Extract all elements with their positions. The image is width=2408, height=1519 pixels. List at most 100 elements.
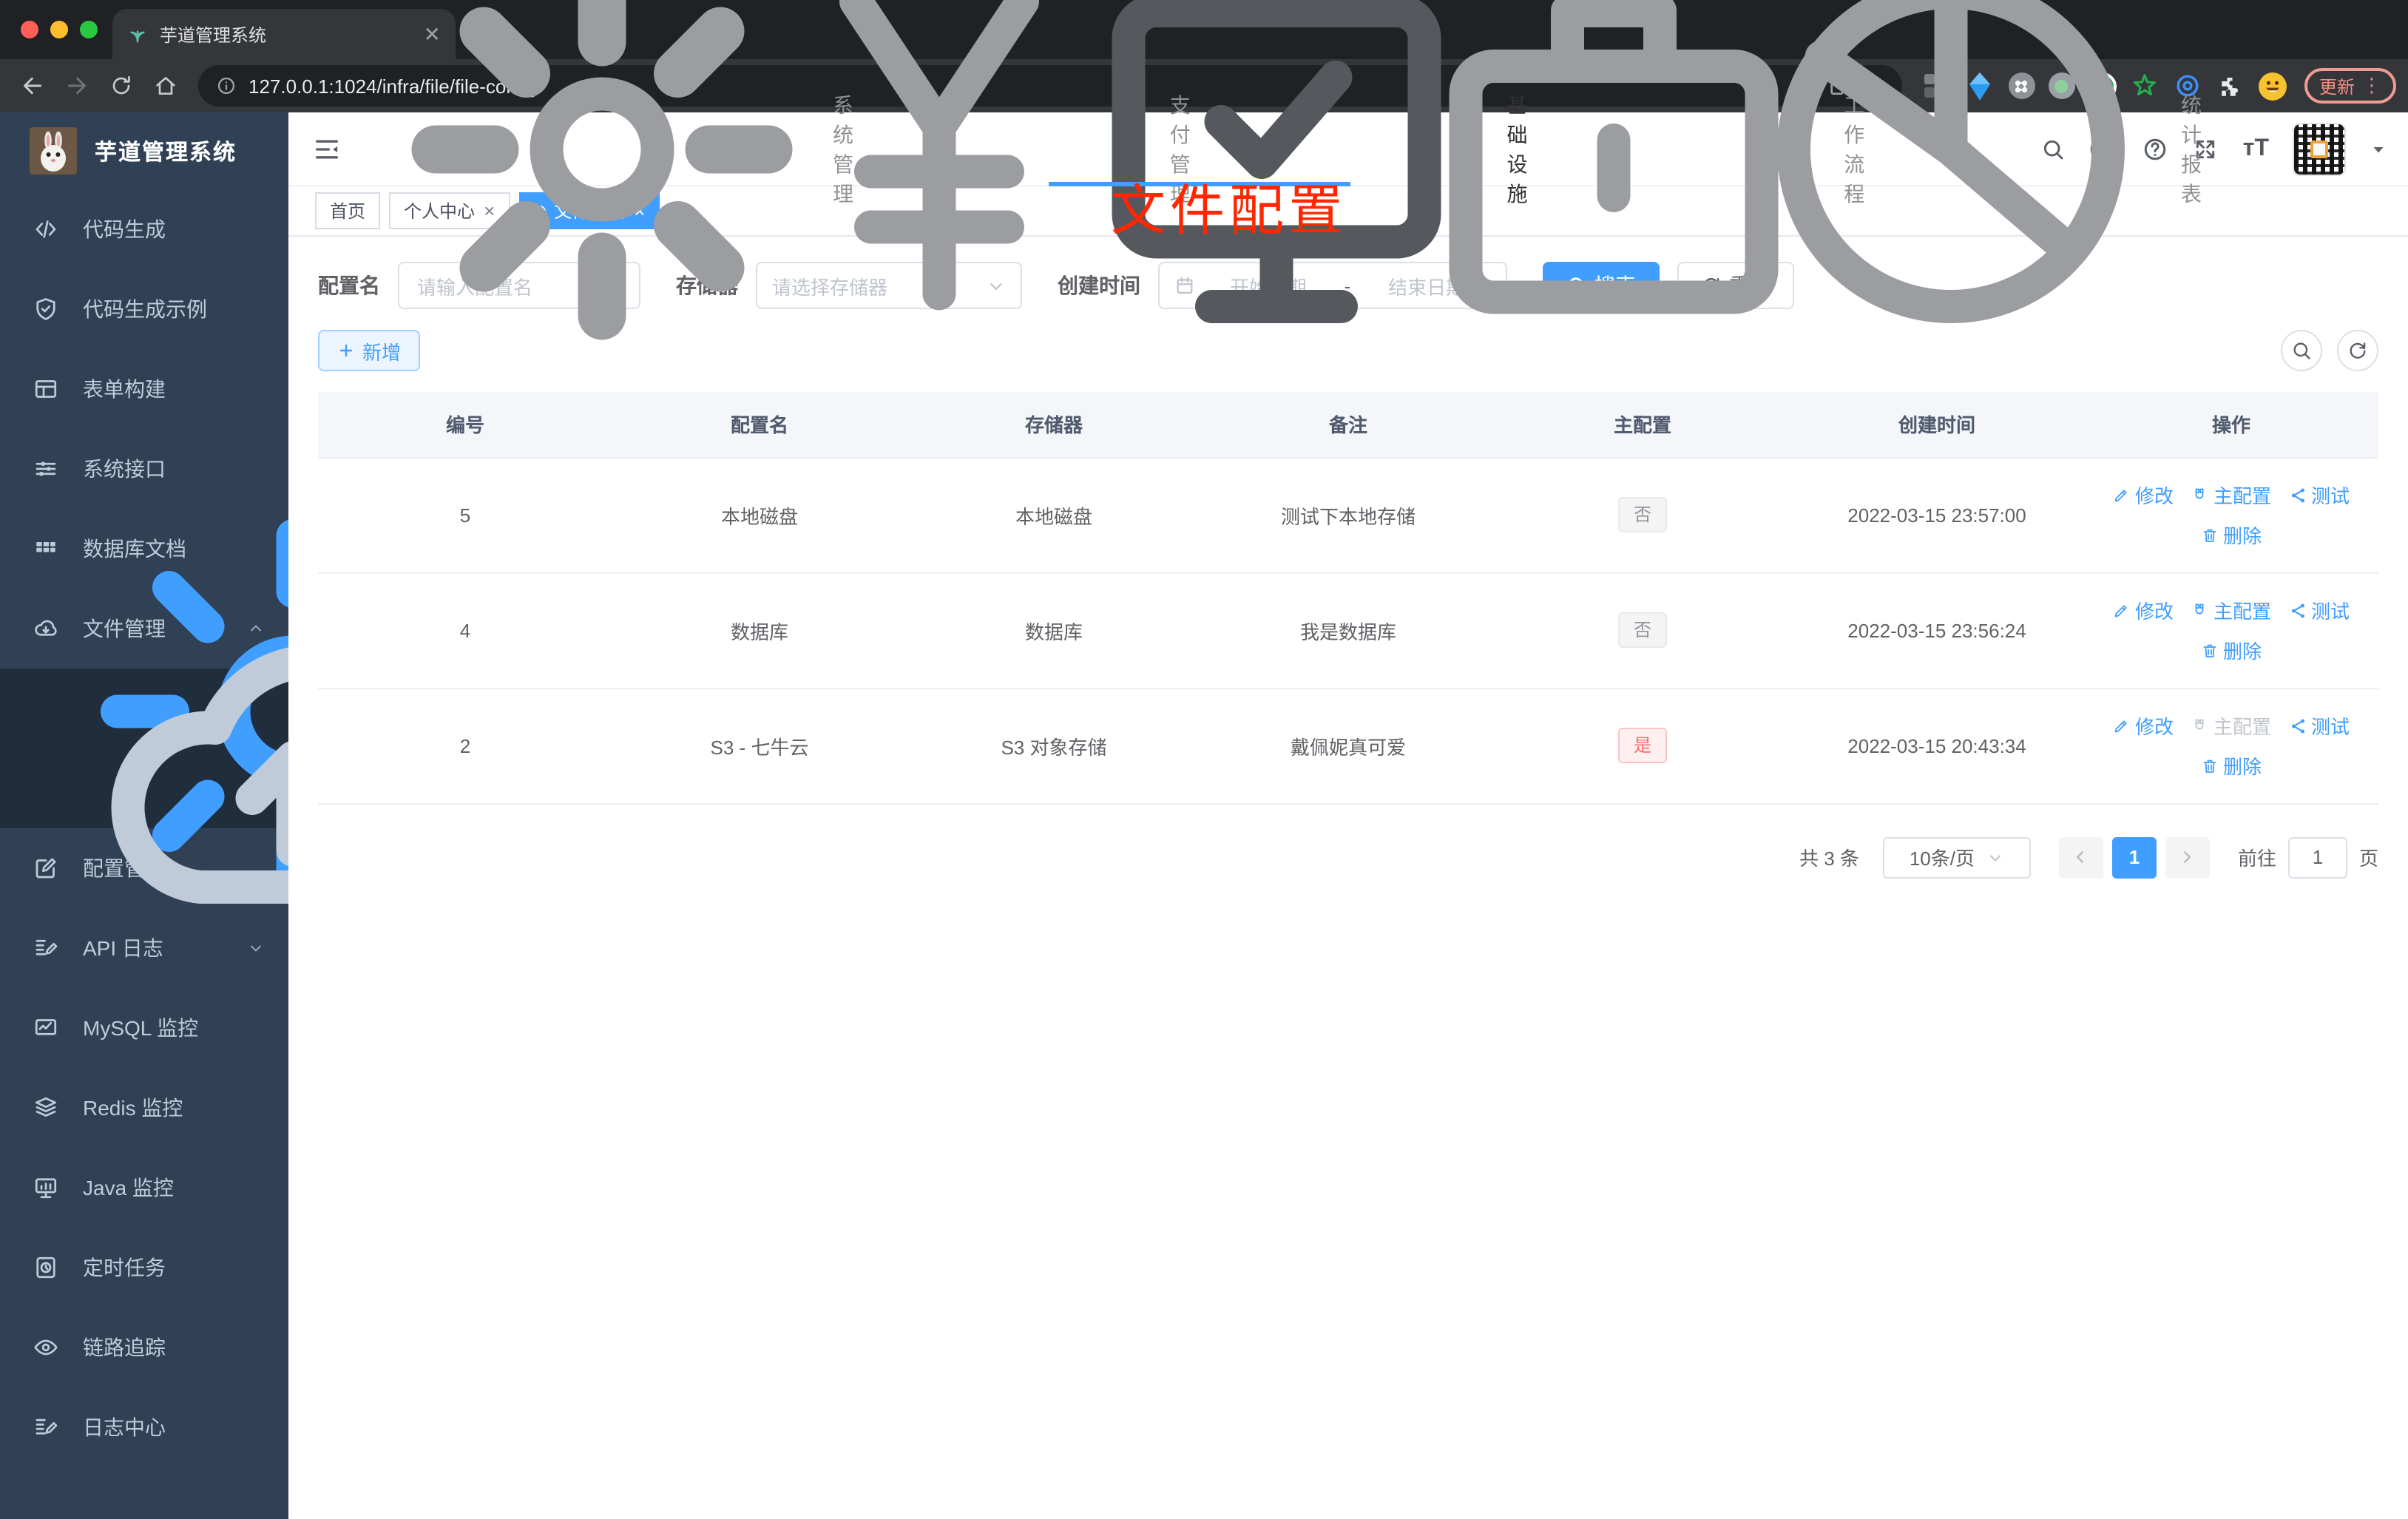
cell-storage: S3 对象存储 bbox=[907, 688, 1201, 804]
avatar-caret-icon[interactable] bbox=[2370, 140, 2387, 158]
column-header-5: 创建时间 bbox=[1790, 392, 2084, 458]
sidebar-item-label: 链路追踪 bbox=[83, 1336, 166, 1359]
sliders-icon bbox=[33, 456, 59, 482]
sidebar-item-label: 定时任务 bbox=[83, 1256, 166, 1279]
share-icon bbox=[2289, 717, 2307, 734]
update-label: 更新 bbox=[2319, 76, 2355, 97]
trash-icon bbox=[2201, 641, 2219, 659]
op-del-link[interactable]: 删除 bbox=[2201, 521, 2262, 549]
table-row: 5 本地磁盘 本地磁盘 测试下本地存储否 2022-03-15 23:57:00 修改 主配… bbox=[318, 457, 2378, 573]
column-header-4: 主配置 bbox=[1495, 392, 1790, 458]
sidebar-item-0[interactable]: 代码生成 bbox=[0, 189, 288, 269]
back-button[interactable] bbox=[12, 65, 53, 106]
toggle-search-button[interactable] bbox=[2281, 330, 2322, 371]
next-page-button[interactable] bbox=[2165, 836, 2210, 878]
page-number-1[interactable]: 1 bbox=[2111, 836, 2157, 878]
layers-icon bbox=[33, 1095, 59, 1121]
op-edit-link[interactable]: 修改 bbox=[2113, 596, 2174, 624]
tab-title: 芋道管理系统 bbox=[160, 24, 267, 45]
app-logo[interactable]: 芋道管理系统 bbox=[0, 112, 288, 189]
trash-icon bbox=[2201, 757, 2219, 774]
window-controls[interactable] bbox=[21, 21, 98, 38]
refresh-table-button[interactable] bbox=[2337, 330, 2378, 371]
sidebar-item-label: MySQL 监控 bbox=[83, 1016, 199, 1040]
column-header-3: 备注 bbox=[1201, 392, 1495, 458]
master-tag: 否 bbox=[1618, 497, 1666, 532]
chevron-down-icon bbox=[1986, 848, 2004, 866]
total-count: 共 3 条 bbox=[1799, 848, 1859, 870]
table-row: 4 数据库 数据库 我是数据库否 2022-03-15 23:56:24 修改 主配置 测试删… bbox=[318, 572, 2378, 689]
menu-fold-icon[interactable] bbox=[312, 134, 342, 163]
cell-id: 2 bbox=[318, 688, 612, 804]
cell-created: 2022-03-15 23:56:24 bbox=[1790, 572, 2084, 689]
cell-created: 2022-03-15 20:43:34 bbox=[1790, 688, 2084, 804]
op-del-link[interactable]: 删除 bbox=[2201, 751, 2262, 779]
sidebar-submenu: 文件配置文件列表 bbox=[0, 519, 288, 904]
cloudDown-icon bbox=[33, 615, 59, 642]
cell-created: 2022-03-15 23:57:00 bbox=[1790, 457, 2084, 573]
site-info-icon[interactable] bbox=[216, 75, 237, 96]
table-row: 2 S3 - 七牛云 S3 对象存储 戴佩妮真可爱 是 2022-03-15 20:43:… bbox=[318, 688, 2378, 804]
sidebar-subitem-5-1[interactable]: 文件列表 bbox=[0, 647, 288, 904]
prev-page-button[interactable] bbox=[2058, 836, 2103, 878]
topnav-item-4[interactable]: 统计报表 bbox=[1725, 0, 2202, 322]
monitor-icon bbox=[33, 1174, 59, 1201]
cell-ops: 修改 主配置 测试 删除 bbox=[2084, 688, 2378, 804]
topnav-item-3[interactable]: 工作流程 bbox=[1388, 0, 1864, 314]
magnet-icon bbox=[2191, 601, 2209, 619]
cell-id: 5 bbox=[318, 457, 612, 573]
sidebar-item-9[interactable]: Redis 监控 bbox=[0, 1068, 288, 1148]
reload-button[interactable] bbox=[101, 65, 142, 106]
sidebar-item-label: API 日志 bbox=[83, 936, 163, 960]
share-icon bbox=[2289, 601, 2307, 619]
minimize-window-button[interactable] bbox=[50, 21, 68, 38]
op-edit-link[interactable]: 修改 bbox=[2113, 481, 2174, 509]
master-tag: 否 bbox=[1618, 612, 1666, 648]
cell-master: 否 bbox=[1495, 572, 1790, 689]
page-unit-label: 页 bbox=[2358, 848, 2378, 870]
op-test-link[interactable]: 测试 bbox=[2289, 481, 2350, 509]
sidebar-item-label: 配置管理 bbox=[83, 856, 166, 880]
sidebar: 芋道管理系统 代码生成代码生成示例表单构建系统接口数据库文档文件管理文件配置文件… bbox=[0, 112, 288, 1519]
sidebar-item-label: Java 监控 bbox=[83, 1176, 174, 1200]
extension-emoji-icon[interactable] bbox=[2258, 72, 2287, 100]
sidebar-item-12[interactable]: 链路追踪 bbox=[0, 1307, 288, 1387]
home-button[interactable] bbox=[145, 65, 186, 106]
docedit-icon bbox=[33, 1414, 59, 1441]
goto-page-input[interactable]: 1 bbox=[2287, 836, 2347, 878]
extension-puzzle-icon[interactable] bbox=[2216, 71, 2245, 101]
op-master-link[interactable]: 主配置 bbox=[2191, 596, 2271, 624]
sidebar-item-1[interactable]: 代码生成示例 bbox=[0, 269, 288, 349]
op-edit-link[interactable]: 修改 bbox=[2113, 711, 2174, 740]
forward-button[interactable] bbox=[56, 65, 98, 106]
topnav-item-1[interactable]: 支付管理 bbox=[714, 0, 1191, 310]
op-master-link[interactable]: 主配置 bbox=[2191, 481, 2271, 509]
cell-id: 4 bbox=[318, 572, 612, 689]
cell-storage: 本地磁盘 bbox=[907, 457, 1201, 573]
topnav-item-0[interactable]: 系统管理 bbox=[377, 0, 853, 339]
user-avatar[interactable] bbox=[2293, 122, 2346, 175]
sidebar-item-2[interactable]: 表单构建 bbox=[0, 349, 288, 429]
sidebar-item-10[interactable]: Java 监控 bbox=[0, 1148, 288, 1228]
browser-update-button[interactable]: 更新 ⋮ bbox=[2304, 68, 2396, 104]
favicon-plant-icon bbox=[127, 24, 148, 44]
cell-remark: 测试下本地存储 bbox=[1201, 457, 1495, 573]
magnet-icon bbox=[2191, 717, 2209, 734]
tag-0[interactable]: 首页 bbox=[315, 192, 381, 229]
zoom-window-button[interactable] bbox=[80, 21, 98, 38]
font-size-icon[interactable]: тT bbox=[2243, 136, 2269, 160]
shield-icon bbox=[33, 296, 59, 322]
op-test-link[interactable]: 测试 bbox=[2289, 711, 2350, 740]
stats-icon bbox=[1728, 0, 2172, 371]
op-master-link[interactable]: 主配置 bbox=[2191, 711, 2271, 740]
pencil-icon bbox=[2113, 717, 2131, 734]
sidebar-item-13[interactable]: 日志中心 bbox=[0, 1387, 288, 1467]
browser-menu-icon[interactable]: ⋮ bbox=[2362, 74, 2381, 98]
sidebar-item-label: 代码生成示例 bbox=[83, 297, 207, 321]
sidebar-item-11[interactable]: 定时任务 bbox=[0, 1228, 288, 1307]
column-header-2: 存储器 bbox=[907, 392, 1201, 458]
op-del-link[interactable]: 删除 bbox=[2201, 636, 2262, 664]
close-window-button[interactable] bbox=[21, 21, 38, 38]
op-test-link[interactable]: 测试 bbox=[2289, 596, 2350, 624]
page-size-select[interactable]: 10条/页 bbox=[1882, 836, 2031, 878]
